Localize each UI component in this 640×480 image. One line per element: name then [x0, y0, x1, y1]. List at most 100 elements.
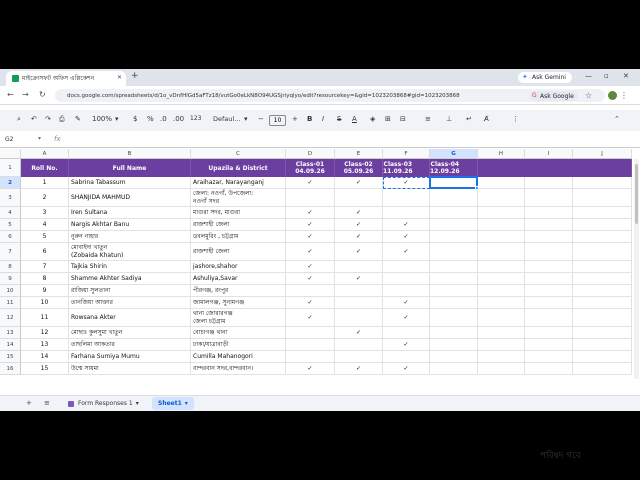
- cell-g[interactable]: [430, 363, 478, 375]
- column-header-c[interactable]: C: [191, 149, 286, 159]
- row-header[interactable]: 2: [0, 177, 21, 189]
- cell-name[interactable]: Shamme Akhter Sadiya: [69, 273, 191, 285]
- cell-empty[interactable]: [573, 363, 632, 375]
- cell-name[interactable]: তাছলিমা আকতার: [69, 339, 191, 351]
- row-header[interactable]: 6: [0, 231, 21, 243]
- row-header[interactable]: 13: [0, 327, 21, 339]
- more-options-icon[interactable]: ⋮: [512, 115, 519, 123]
- row-header[interactable]: 5: [0, 219, 21, 231]
- cell-g[interactable]: [430, 243, 478, 261]
- ask-gemini-button[interactable]: ✦ Ask Gemini: [518, 72, 572, 83]
- text-rotate-icon[interactable]: A̸: [484, 115, 489, 123]
- column-header-a[interactable]: A: [21, 149, 69, 159]
- formula-input[interactable]: [70, 136, 630, 146]
- cell-g[interactable]: [430, 189, 478, 207]
- cell-name[interactable]: Rowsana Akter: [69, 309, 191, 327]
- cell-d[interactable]: [286, 339, 335, 351]
- cell-empty[interactable]: [525, 177, 573, 189]
- font-chevron-icon[interactable]: ▾: [244, 115, 248, 123]
- cell-e[interactable]: ✓: [335, 207, 383, 219]
- cell-roll[interactable]: 14: [21, 351, 69, 363]
- reload-icon[interactable]: ↻: [39, 90, 46, 99]
- cell-g[interactable]: [430, 207, 478, 219]
- font-increase-icon[interactable]: +: [292, 115, 298, 123]
- cell-e[interactable]: [335, 189, 383, 207]
- select-all-corner[interactable]: [0, 149, 21, 159]
- row-header[interactable]: 14: [0, 339, 21, 351]
- cell-d[interactable]: ✓: [286, 261, 335, 273]
- cell-e[interactable]: [335, 339, 383, 351]
- cell-empty[interactable]: [478, 189, 525, 207]
- cell-e[interactable]: ✓: [335, 363, 383, 375]
- cell-d[interactable]: [286, 285, 335, 297]
- cell-d[interactable]: [286, 327, 335, 339]
- cell-empty[interactable]: [525, 219, 573, 231]
- cell-g[interactable]: [430, 285, 478, 297]
- cell-district[interactable]: jashore,shahor: [191, 261, 286, 273]
- cell-g[interactable]: [430, 351, 478, 363]
- align-left-icon[interactable]: ≡: [425, 115, 431, 123]
- cell-empty[interactable]: [573, 207, 632, 219]
- cell-f[interactable]: ✓: [383, 363, 430, 375]
- cell-f[interactable]: [383, 327, 430, 339]
- row-header[interactable]: 3: [0, 189, 21, 207]
- cell-empty[interactable]: [478, 351, 525, 363]
- close-tab-icon[interactable]: ✕: [117, 74, 122, 81]
- ask-google-button[interactable]: G Ask Google: [530, 91, 578, 101]
- column-header-f[interactable]: F: [383, 149, 430, 159]
- cell-roll[interactable]: 6: [21, 243, 69, 261]
- column-header-h[interactable]: H: [478, 149, 525, 159]
- back-icon[interactable]: ←: [7, 90, 14, 99]
- percent-button[interactable]: %: [147, 115, 154, 123]
- cell-name[interactable]: উম্মে সায়মা: [69, 363, 191, 375]
- zoom-select[interactable]: 100%: [92, 115, 112, 123]
- bold-button[interactable]: B: [307, 115, 312, 123]
- browser-tab[interactable]: মাইক্রোসফট অফিস এপ্লিকেশন ✕: [6, 71, 126, 86]
- cell-empty[interactable]: [478, 309, 525, 327]
- font-size-input[interactable]: 10: [269, 115, 286, 126]
- cell-district[interactable]: ডবলমুরিং , চট্টগ্রাম: [191, 231, 286, 243]
- tab-chevron-icon[interactable]: ▾: [136, 400, 139, 407]
- cell-d[interactable]: ✓: [286, 273, 335, 285]
- name-box[interactable]: G2: [5, 136, 13, 143]
- cell-f[interactable]: [383, 261, 430, 273]
- cell-empty[interactable]: [478, 363, 525, 375]
- cell-district[interactable]: ঢাকা/যাত্রাবাড়ী: [191, 339, 286, 351]
- row-header[interactable]: 8: [0, 261, 21, 273]
- cell-f[interactable]: ✓: [383, 231, 430, 243]
- cell-e[interactable]: [335, 351, 383, 363]
- cell-empty[interactable]: [573, 309, 632, 327]
- cell-f[interactable]: ✓: [383, 297, 430, 309]
- cell-district[interactable]: Cumilla Mahanogori: [191, 351, 286, 363]
- row-header[interactable]: 12: [0, 309, 21, 327]
- cell-d[interactable]: ✓: [286, 363, 335, 375]
- url-input[interactable]: docs.google.com/spreadsheets/d/1o_vDnfHl…: [55, 89, 605, 102]
- cell-empty[interactable]: [573, 351, 632, 363]
- cell-empty[interactable]: [525, 309, 573, 327]
- cell-district[interactable]: রাজশাহী জেলা: [191, 219, 286, 231]
- number-format-button[interactable]: 123: [190, 115, 201, 122]
- cell-empty[interactable]: [573, 177, 632, 189]
- paint-format-icon[interactable]: ✎: [75, 115, 81, 123]
- merge-cells-icon[interactable]: ⊟: [400, 115, 406, 123]
- cell-district[interactable]: Ashuliya,Savar: [191, 273, 286, 285]
- cell-roll[interactable]: 9: [21, 285, 69, 297]
- cell-district[interactable]: Araihazar, Narayanganj: [191, 177, 286, 189]
- cell-district[interactable]: থানা জোরারগঞ্জ জেলা চট্টগ্রাম: [191, 309, 286, 327]
- column-header-d[interactable]: D: [286, 149, 335, 159]
- borders-icon[interactable]: ⊞: [385, 115, 391, 123]
- decrease-decimal-button[interactable]: .0: [160, 115, 167, 123]
- cell-empty[interactable]: [478, 261, 525, 273]
- cell-roll[interactable]: 7: [21, 261, 69, 273]
- cell-g[interactable]: [430, 297, 478, 309]
- cell-roll[interactable]: 5: [21, 231, 69, 243]
- cell-district[interactable]: জামালগঞ্জ, সুনামগঞ্জ: [191, 297, 286, 309]
- strikethrough-button[interactable]: S: [337, 115, 341, 123]
- collapse-toolbar-icon[interactable]: ⌃: [614, 115, 620, 123]
- cell-empty[interactable]: [478, 243, 525, 261]
- cell-roll[interactable]: 1: [21, 177, 69, 189]
- cell-g[interactable]: [430, 273, 478, 285]
- row-header[interactable]: 10: [0, 285, 21, 297]
- cell-roll[interactable]: 12: [21, 327, 69, 339]
- cell-empty[interactable]: [478, 207, 525, 219]
